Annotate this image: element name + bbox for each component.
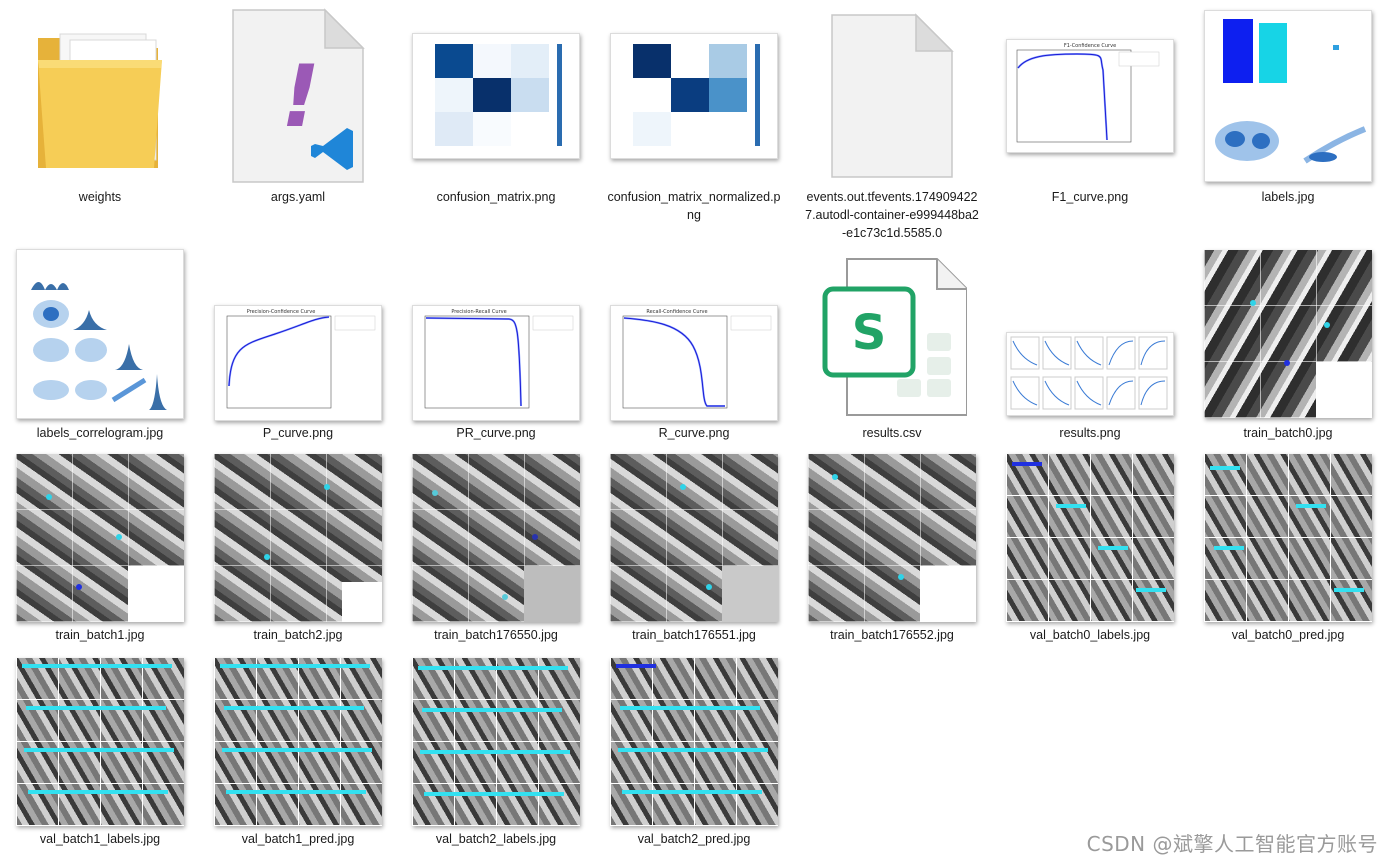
train-batch0-thumbnail [1204,246,1372,422]
svg-text:S: S [852,305,887,361]
val-batch1-pred-thumbnail [214,654,382,830]
pr-curve-thumbnail: Precision-Recall Curve [412,246,580,422]
file-name: val_batch1_pred.jpg [241,832,355,846]
train-batch176550-thumbnail [412,450,580,626]
p-curve-thumbnail: Precision-Confidence Curve [214,246,382,422]
file-name: val_batch0_pred.jpg [1231,628,1345,642]
file-name: train_batch176552.jpg [830,628,954,642]
train-batch2-thumbnail [214,450,382,626]
file-name: PR_curve.png [456,426,536,440]
file-name: val_batch2_labels.jpg [435,832,557,846]
file-name: confusion_matrix.png [436,190,556,204]
train-batch176551-thumbnail [610,450,778,626]
file-name: train_batch176550.jpg [434,628,558,642]
file-name: train_batch2.jpg [253,628,343,642]
labels-thumbnail [1204,8,1372,184]
file-name: weights [78,190,122,204]
train-batch1-thumbnail [16,450,184,626]
file-name: train_batch176551.jpg [632,628,756,642]
confusion-matrix-thumbnail [412,8,580,184]
svg-text:Recall-Confidence Curve: Recall-Confidence Curve [646,309,707,315]
file-name: train_batch0.jpg [1243,426,1333,440]
svg-text:!: ! [281,47,320,147]
file-name: val_batch1_labels.jpg [39,832,161,846]
svg-text:Precision-Confidence Curve: Precision-Confidence Curve [247,309,316,315]
file-name: labels.jpg [1261,190,1315,204]
file-name: P_curve.png [262,426,334,440]
f1-curve-thumbnail: F1-Confidence Curve [1006,8,1174,184]
spreadsheet-file-icon: S [808,246,976,422]
file-name: labels_correlogram.jpg [36,426,164,440]
val-batch2-pred-thumbnail [610,654,778,830]
yaml-file-icon: ! [214,8,382,184]
results-thumbnail [1006,246,1174,422]
file-name: val_batch0_labels.jpg [1029,628,1151,642]
watermark: CSDN @斌擎人工智能官方账号 [1086,832,1378,856]
file-name: train_batch1.jpg [55,628,145,642]
svg-text:F1-Confidence Curve: F1-Confidence Curve [1064,43,1116,49]
file-name: val_batch2_pred.jpg [637,832,751,846]
file-name: confusion_matrix_normalized.png [607,190,781,222]
file-name: results.png [1059,426,1121,440]
train-batch176552-thumbnail [808,450,976,626]
confusion-matrix-normalized-thumbnail [610,8,778,184]
labels-correlogram-thumbnail [16,246,184,422]
val-batch2-labels-thumbnail [412,654,580,830]
folder-icon [16,8,184,184]
file-name: results.csv [862,426,922,440]
val-batch1-labels-thumbnail [16,654,184,830]
r-curve-thumbnail: Recall-Confidence Curve [610,246,778,422]
file-name: R_curve.png [658,426,730,440]
file-name: events.out.tfevents.1749094227.autodl-co… [805,190,979,240]
file-name: args.yaml [270,190,326,204]
svg-text:Precision-Recall Curve: Precision-Recall Curve [451,309,506,315]
val-batch0-labels-thumbnail [1006,450,1174,626]
val-batch0-pred-thumbnail [1204,450,1372,626]
blank-file-icon [808,8,976,184]
file-name: F1_curve.png [1051,190,1129,204]
